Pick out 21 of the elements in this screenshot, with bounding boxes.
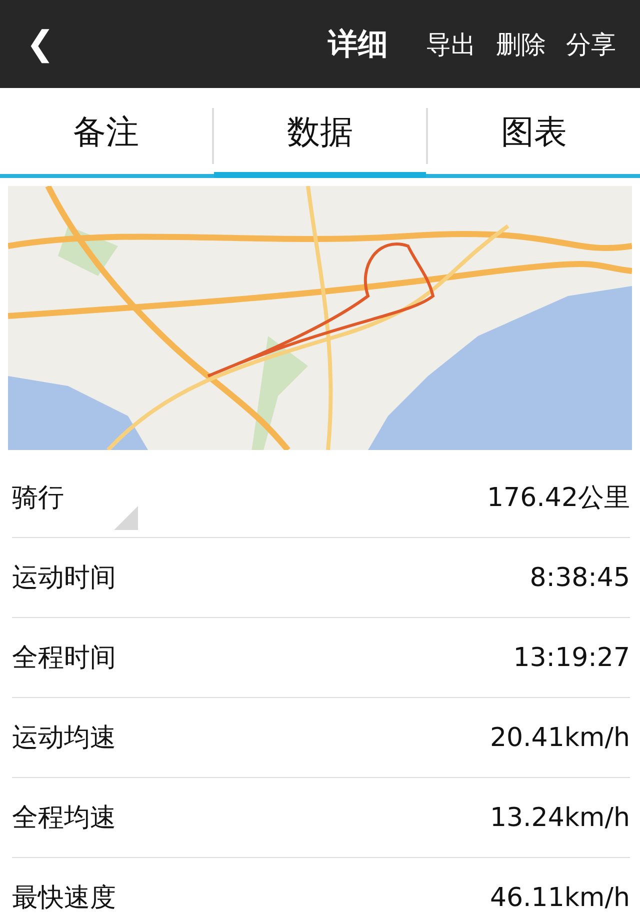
stat-value: 13:19:27 xyxy=(513,642,630,672)
stat-value: 8:38:45 xyxy=(530,562,630,592)
page-title: 详细 xyxy=(328,26,388,64)
stat-label: 最快速度 xyxy=(12,882,116,915)
stat-label: 运动时间 xyxy=(12,562,116,595)
stat-label: 全程时间 xyxy=(12,642,116,675)
stat-value: 46.11km/h xyxy=(490,882,630,912)
stat-value: 176.42公里 xyxy=(487,482,630,515)
tab[interactable]: 备注 xyxy=(0,88,212,178)
stat-value: 20.41km/h xyxy=(490,722,630,752)
stat-label: 全程均速 xyxy=(12,802,116,835)
stat-label: 骑行 xyxy=(12,482,64,515)
stat-label: 运动均速 xyxy=(12,722,116,755)
tab[interactable]: 数据 xyxy=(214,88,426,178)
nav-action[interactable]: 导出 xyxy=(426,28,476,60)
tab[interactable]: 图表 xyxy=(428,88,640,178)
nav-action[interactable]: 分享 xyxy=(566,28,616,60)
back-button[interactable]: ❮ xyxy=(26,24,54,64)
dropdown-corner-icon[interactable] xyxy=(114,506,138,530)
stat-value: 13.24km/h xyxy=(490,802,630,832)
nav-action[interactable]: 删除 xyxy=(496,28,546,60)
